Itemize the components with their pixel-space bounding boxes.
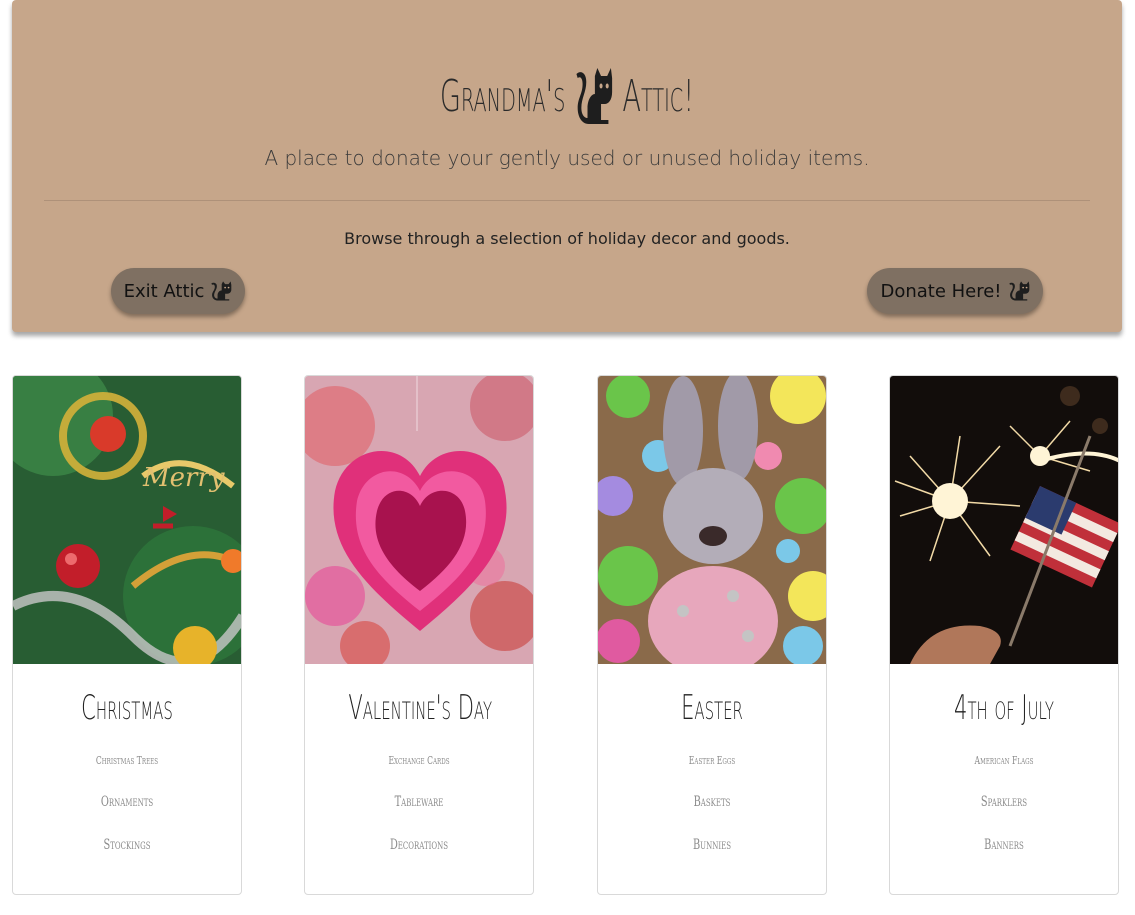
card-item-link[interactable]: Banners (924, 837, 1084, 853)
browse-text: Browse through a selection of holiday de… (344, 229, 790, 248)
easter-bunny-image[interactable] (598, 376, 826, 664)
card-item-link[interactable]: Decorations (339, 837, 499, 853)
holiday-card-fourth-of-july[interactable]: 4th of July American Flags Sparklers Ban… (889, 375, 1119, 895)
card-item-link[interactable]: Tableware (339, 794, 499, 810)
card-item-link[interactable]: Christmas Trees (47, 754, 207, 767)
card-item-link[interactable]: Ornaments (47, 794, 207, 810)
site-title: Grandma's Attic! (223, 68, 911, 124)
holiday-card-valentines[interactable]: Valentine's Day Exchange Cards Tableware… (304, 375, 534, 895)
holiday-card-christmas[interactable]: Merry Christmas Christmas Trees Ornament… (12, 375, 242, 895)
donate-here-button[interactable]: Donate Here! (867, 268, 1043, 314)
card-item-link[interactable]: American Flags (924, 754, 1084, 767)
card-title: Christmas (81, 688, 173, 728)
card-item-link[interactable]: Exchange Cards (339, 754, 499, 767)
card-item-link[interactable]: Sparklers (924, 794, 1084, 810)
exit-attic-label: Exit Attic (123, 280, 205, 302)
christmas-tree-image[interactable]: Merry (13, 376, 241, 664)
pink-heart-image[interactable] (305, 376, 533, 664)
header-divider (44, 200, 1090, 201)
card-item-link[interactable]: Stockings (47, 837, 207, 853)
site-title-part2: Attic! (622, 70, 695, 122)
card-item-link[interactable]: Baskets (632, 794, 792, 810)
cat-icon (558, 68, 629, 124)
header-jumbotron: Grandma's Attic! A place to donate your … (12, 0, 1122, 332)
holiday-card-easter[interactable]: Easter Easter Eggs Baskets Bunnies (597, 375, 827, 895)
card-item-link[interactable]: Easter Eggs (632, 754, 792, 767)
exit-attic-button[interactable]: Exit Attic (111, 268, 245, 314)
cat-icon (210, 281, 232, 301)
svg-text:Merry: Merry (142, 463, 225, 493)
donate-here-label: Donate Here! (880, 280, 1002, 302)
site-title-part1: Grandma's (439, 70, 566, 122)
sparkler-flag-image[interactable] (890, 376, 1118, 664)
cat-icon (1008, 281, 1030, 301)
site-tagline: A place to donate your gently used or un… (264, 146, 870, 170)
card-title: Valentine's Day (348, 688, 493, 728)
card-title: Easter (681, 688, 743, 728)
card-item-link[interactable]: Bunnies (632, 837, 792, 853)
card-title: 4th of July (954, 688, 1054, 728)
